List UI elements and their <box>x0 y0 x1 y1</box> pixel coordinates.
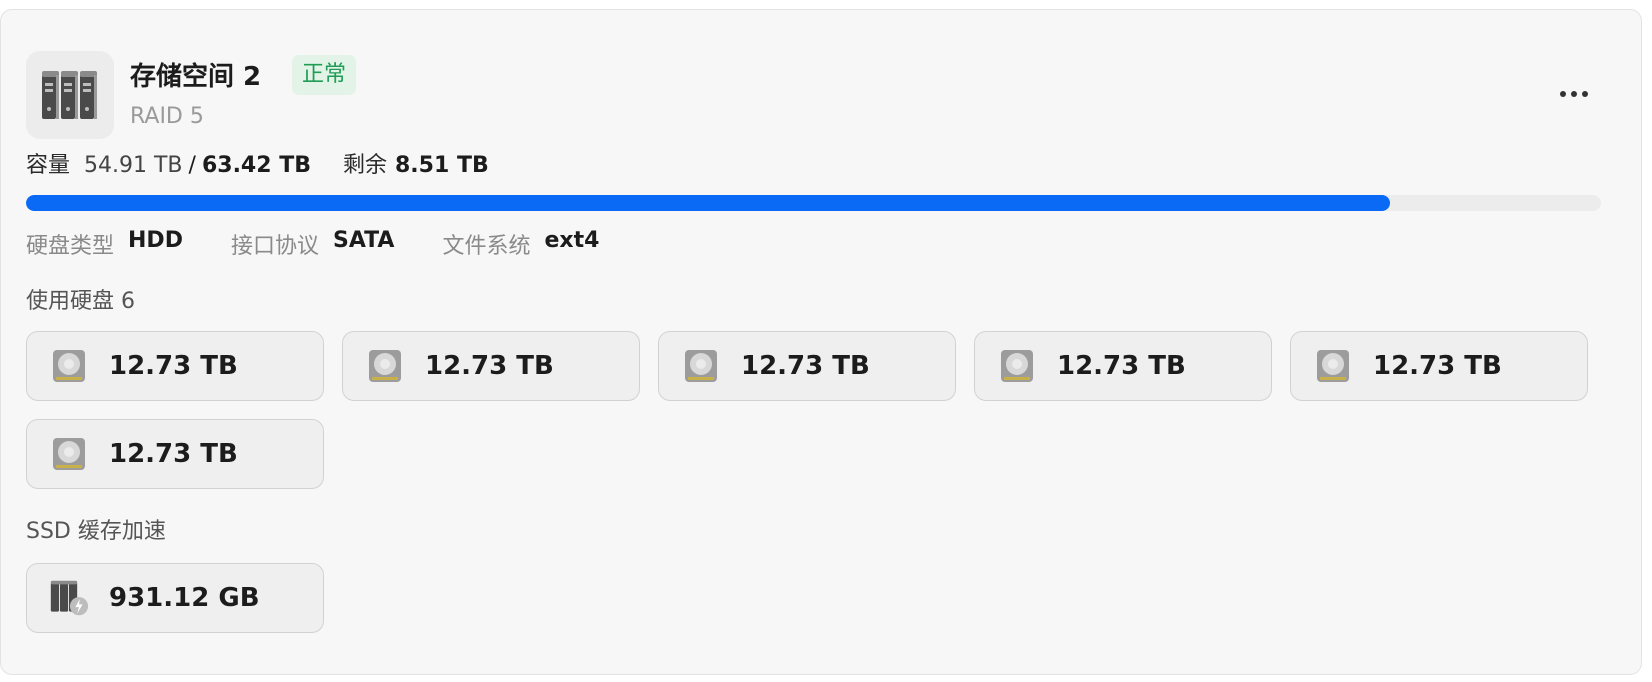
disk-size: 12.73 TB <box>1057 351 1186 381</box>
disk-tile[interactable]: 12.73 TB <box>658 331 956 401</box>
capacity-total: 63.42 TB <box>201 153 311 178</box>
capacity-progress-bar <box>26 195 1601 211</box>
disk-size: 12.73 TB <box>109 439 238 469</box>
spec-key: 文件系统 <box>442 234 531 259</box>
ssd-cache-icon <box>49 578 89 618</box>
server-rack-icon <box>26 51 114 139</box>
disks-section-label: 使用硬盘 6 <box>26 289 135 314</box>
disk-size: 12.73 TB <box>741 351 870 381</box>
hard-disk-icon <box>49 346 89 386</box>
ssd-cache-section-label: SSD 缓存加速 <box>26 519 166 544</box>
spec-key: 硬盘类型 <box>26 234 115 259</box>
capacity-separator: / <box>188 153 196 178</box>
disk-tile[interactable]: 12.73 TB <box>26 419 324 489</box>
spec-key: 接口协议 <box>230 234 319 259</box>
capacity-progress-fill <box>26 195 1390 211</box>
hard-disk-icon <box>1313 346 1353 386</box>
hard-disk-icon <box>365 346 405 386</box>
hard-disk-icon <box>49 434 89 474</box>
hard-disk-icon <box>997 346 1037 386</box>
capacity-label: 容量 <box>26 153 71 178</box>
spec-disk-type: 硬盘类型 HDD <box>26 228 183 260</box>
disk-size: 12.73 TB <box>425 351 554 381</box>
disk-tile[interactable]: 12.73 TB <box>26 331 324 401</box>
disk-tile[interactable]: 12.73 TB <box>342 331 640 401</box>
ssd-cache-size: 931.12 GB <box>109 583 260 613</box>
hard-disk-icon <box>681 346 721 386</box>
capacity-summary: 容量 54.91 TB/63.42 TB 剩余 8.51 TB <box>26 147 489 179</box>
raid-level: RAID 5 <box>130 104 204 129</box>
capacity-used: 54.91 TB <box>84 153 183 178</box>
pool-title: 存储空间 2 <box>130 62 262 92</box>
spec-value: HDD <box>128 228 183 253</box>
disk-tile[interactable]: 12.73 TB <box>974 331 1272 401</box>
remaining-value: 8.51 TB <box>395 153 489 178</box>
remaining-label: 剩余 <box>342 153 387 178</box>
status-badge: 正常 <box>292 55 357 95</box>
disk-size: 12.73 TB <box>109 351 238 381</box>
spec-interface: 接口协议 SATA <box>231 228 395 260</box>
more-options-button[interactable] <box>1552 76 1596 112</box>
spec-value: SATA <box>332 228 395 253</box>
disk-size: 12.73 TB <box>1373 351 1502 381</box>
spec-value: ext4 <box>544 228 600 253</box>
disk-specs: 硬盘类型 HDD 接口协议 SATA 文件系统 ext4 <box>26 228 647 260</box>
ssd-cache-tile[interactable]: 931.12 GB <box>26 563 324 633</box>
spec-filesystem: 文件系统 ext4 <box>442 228 599 260</box>
disk-tile[interactable]: 12.73 TB <box>1290 331 1588 401</box>
more-dots-icon <box>1560 91 1588 97</box>
